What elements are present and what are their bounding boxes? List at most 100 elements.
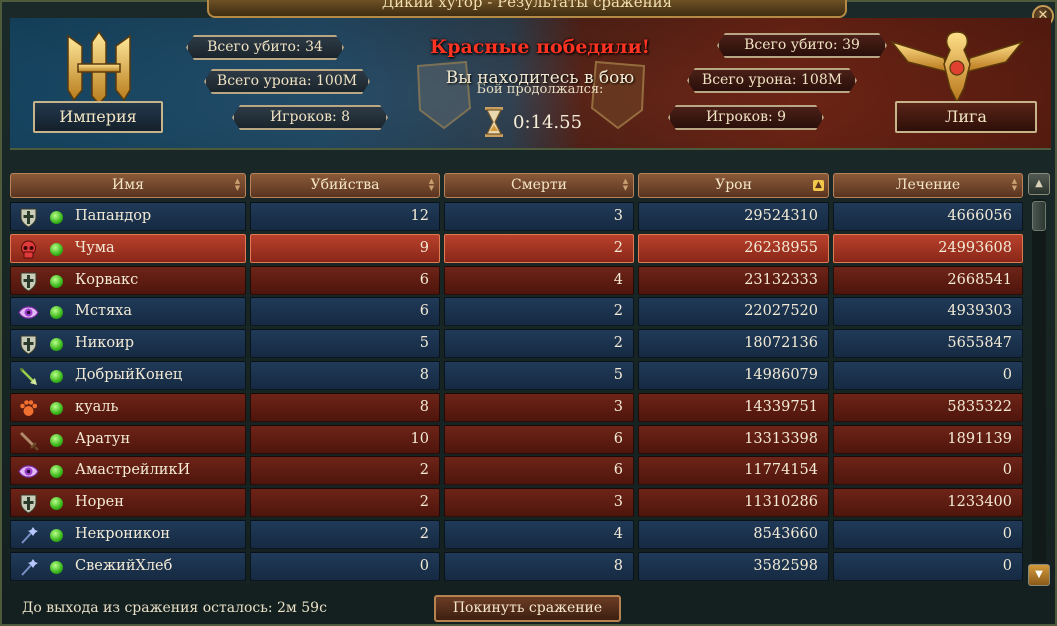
column-header-kills[interactable]: Убийства ▲ ▼ [250, 173, 440, 198]
scrollbar-thumb[interactable] [1032, 201, 1046, 231]
player-name: Никоир [75, 335, 135, 352]
table-row[interactable]: куаль 8 3 14339751 5835322 [10, 392, 1025, 422]
player-name: Норен [75, 494, 124, 511]
player-deaths-cell: 3 [444, 488, 634, 518]
player-deaths-cell: 8 [444, 551, 634, 581]
online-status-icon [50, 529, 63, 542]
sort-arrows-icon: ▲ ▼ [234, 177, 241, 192]
paw-icon [18, 398, 39, 419]
player-healing-cell: 5835322 [833, 392, 1023, 422]
player-damage-cell: 3582598 [638, 551, 829, 581]
window-title: Дикий хутор - Результаты сражения [381, 0, 673, 11]
table-row[interactable]: Папандор 12 3 29524310 4666056 [10, 202, 1025, 231]
player-name-cell: Норен [10, 488, 246, 518]
right-total-damage: Всего урона: 108M [687, 68, 857, 93]
player-name-cell: куаль [10, 392, 246, 422]
leave-battle-button[interactable]: Покинуть сражение [434, 595, 621, 622]
player-kills-cell: 5 [250, 329, 440, 359]
player-kills-cell: 8 [250, 392, 440, 422]
player-healing-cell: 24993608 [833, 233, 1023, 263]
column-header-healing[interactable]: Лечение ▲ ▼ [833, 173, 1023, 198]
shield-icon [18, 493, 39, 514]
column-header-deaths[interactable]: Смерти ▲ ▼ [444, 173, 634, 198]
in-battle-status: Вы находитесь в бою [445, 68, 635, 88]
battle-banner: Империя Всего убито: 34 Всего урона: 100… [10, 18, 1051, 150]
player-healing-cell: 0 [833, 361, 1023, 390]
online-status-icon [50, 242, 63, 256]
scroll-down-button[interactable]: ▼ [1028, 564, 1050, 586]
player-name: АмастрейликИ [75, 462, 191, 479]
player-healing-cell: 4939303 [833, 297, 1023, 327]
skull-icon [18, 239, 39, 260]
player-name-cell: АмастрейликИ [10, 456, 246, 486]
column-header-label: Имя [112, 177, 144, 193]
player-name: Некроникон [75, 526, 171, 542]
table-row[interactable]: Некроникон 2 4 8543660 0 [10, 520, 1025, 549]
player-damage-cell: 11310286 [638, 488, 829, 518]
player-damage-cell: 18072136 [638, 329, 829, 359]
left-players-count: Игроков: 8 [232, 105, 388, 130]
table-row[interactable]: АмастрейликИ 2 6 11774154 0 [10, 456, 1025, 486]
player-damage-cell: 22027520 [638, 297, 829, 327]
right-faction-name: Лига [895, 101, 1037, 133]
player-damage-cell: 8543660 [638, 520, 829, 549]
player-deaths-cell: 6 [444, 424, 634, 454]
player-name-cell: Некроникон [10, 520, 246, 549]
sort-arrows-icon: ▲ ▼ [1011, 177, 1018, 192]
empire-emblem-icon [67, 30, 131, 106]
column-header-name[interactable]: Имя ▲ ▼ [10, 173, 246, 198]
column-header-label: Убийства [310, 177, 380, 193]
player-name-cell: Папандор [10, 202, 246, 231]
table-row[interactable]: Чума 9 2 26238955 24993608 [10, 233, 1025, 263]
player-name: Чума [75, 239, 115, 256]
player-kills-cell: 6 [250, 297, 440, 327]
shield-icon [18, 334, 39, 355]
table-row[interactable]: Корвакс 6 4 23132333 2668541 [10, 265, 1025, 295]
table-row[interactable]: Норен 2 3 11310286 1233400 [10, 488, 1025, 518]
player-name: Папандор [75, 208, 152, 224]
player-damage-cell: 26238955 [638, 233, 829, 263]
player-healing-cell: 0 [833, 551, 1023, 581]
table-row[interactable]: Аратун 10 6 13313398 1891139 [10, 424, 1025, 454]
player-name-cell: Чума [10, 233, 246, 263]
table-row[interactable]: ДобрыйКонец 8 5 14986079 0 [10, 361, 1025, 390]
scrollbar-track[interactable] [1032, 199, 1046, 562]
column-header-label: Лечение [895, 177, 961, 193]
online-status-icon [50, 433, 63, 447]
online-status-icon [50, 211, 63, 224]
online-status-icon [50, 465, 63, 479]
player-kills-cell: 2 [250, 520, 440, 549]
player-healing-cell: 1233400 [833, 488, 1023, 518]
table-header: Имя ▲ ▼ Убийства ▲ ▼ Смерти ▲ ▼ Урон ▲ Лече… [10, 173, 1025, 198]
left-total-damage: Всего урона: 100M [204, 69, 370, 94]
eye-icon [18, 302, 39, 323]
league-eagle-emblem-icon [889, 31, 1025, 104]
player-healing-cell: 4666056 [833, 202, 1023, 231]
table-row[interactable]: Никоир 5 2 18072136 5655847 [10, 329, 1025, 359]
player-deaths-cell: 6 [444, 456, 634, 486]
table-row[interactable]: СвежийХлеб 0 8 3582598 0 [10, 551, 1025, 581]
left-total-kills: Всего убито: 34 [186, 35, 344, 60]
online-status-icon [50, 497, 63, 511]
player-kills-cell: 12 [250, 202, 440, 231]
player-name: ДобрыйКонец [75, 367, 183, 383]
player-deaths-cell: 2 [444, 329, 634, 359]
player-kills-cell: 9 [250, 233, 440, 263]
battle-results-window: Дикий хутор - Результаты сражения ✕ Импе… [0, 0, 1057, 626]
player-deaths-cell: 4 [444, 520, 634, 549]
player-name-cell: Мстяха [10, 297, 246, 327]
hourglass-icon [485, 107, 503, 137]
battle-duration-value: 0:14.55 [513, 112, 583, 133]
player-healing-cell: 1891139 [833, 424, 1023, 454]
player-deaths-cell: 3 [444, 202, 634, 231]
scroll-up-button[interactable]: ▲ [1028, 173, 1050, 195]
column-header-damage[interactable]: Урон ▲ [638, 173, 829, 198]
table-row[interactable]: Мстяха 6 2 22027520 4939303 [10, 297, 1025, 327]
eye-icon [18, 461, 39, 482]
staff-icon [18, 525, 39, 546]
right-total-kills: Всего убито: 39 [717, 33, 887, 58]
player-healing-cell: 0 [833, 520, 1023, 549]
player-damage-cell: 13313398 [638, 424, 829, 454]
arrow-icon [18, 366, 39, 387]
player-deaths-cell: 4 [444, 265, 634, 295]
